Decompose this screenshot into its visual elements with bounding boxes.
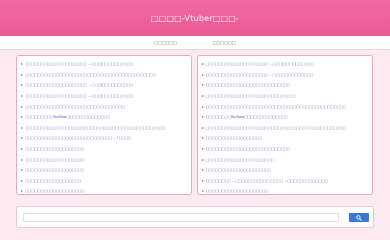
news-link[interactable]: □□□□□□□□□YouTube□□□□□□□□□□□□□□ bbox=[25, 115, 110, 119]
triangle-bullet-icon bbox=[21, 126, 23, 129]
list-item: □□□□□□□□□□□□□□□□□□□ bbox=[21, 186, 187, 197]
triangle-bullet-icon bbox=[21, 158, 23, 161]
news-link[interactable]: □□□□□□□□□□□□□□□□□□□□ …□□□/□□□□□□□□□□ bbox=[206, 62, 314, 66]
news-link[interactable]: □□□□□□□□□□□□□□□□□□□□□□□□□□□□ …! □□□□ bbox=[25, 136, 131, 140]
list-item: □□□□□□□□□□□□□□□□□□□ bbox=[21, 165, 187, 176]
news-link[interactable]: □□□□□□□□□□□□□□□□□□□ bbox=[25, 158, 84, 162]
news-link[interactable]: □□□□□□□□YouTube□□□□□□□□□□□□□□ bbox=[206, 115, 288, 119]
news-link[interactable]: □□□□□□□□□□□□□□□□□□□□□□□□□□□□□ bbox=[206, 94, 296, 98]
search-button[interactable] bbox=[349, 213, 369, 222]
news-link[interactable]: □□□□□□□□□□□□□□□□□□□ bbox=[25, 189, 84, 193]
list-item: □□□□□□□□□□□□□□□□□□□□□ bbox=[202, 165, 368, 176]
news-link[interactable]: □□□□□□□□□□□□□□□□□□□□□□□□□□□□□□□□ bbox=[25, 105, 125, 109]
list-item: □□□□□□□□□□□□□□□□□□□□□□□□□□□ bbox=[202, 144, 368, 155]
search-box bbox=[16, 206, 374, 228]
nav-item-1[interactable]: □□□□□□ bbox=[154, 40, 177, 45]
triangle-bullet-icon bbox=[21, 63, 23, 66]
list-item: □□□□□□□□□□□□□□□□□□□□ …□□□/□□□□□□□□□□ bbox=[21, 59, 187, 70]
news-link[interactable]: □□□□□□□□□□□□□□□□□□□□□□□□□□□□□□□□□□□□□□□□… bbox=[25, 126, 165, 130]
list-item: □□□□□□□□□□□□□□□□□□□□□□□□□□□□ …! □□□□ bbox=[21, 133, 187, 144]
list-item: □□□□□□□□□□□□□□□□□□□□ …□□□/□□□□□□□□□□ bbox=[21, 91, 187, 102]
triangle-bullet-icon bbox=[202, 116, 204, 119]
triangle-bullet-icon bbox=[21, 148, 23, 151]
list-item: □□□□□□□□□□□□□□□□□□□□ …□□□/□□□□□□□□□□ bbox=[21, 80, 187, 91]
news-link[interactable]: □□□□□□□□□□□□□□□□□□□□□□□□□□□□□□□□□□□□□□□□… bbox=[25, 73, 156, 77]
list-item: □□□□□□□□YouTube□□□□□□□□□□□□□□ bbox=[202, 112, 368, 123]
news-link[interactable]: □□□□□□□□□□□□□□□□□□□□ …□□□/□□□□□□□□□□ bbox=[25, 94, 133, 98]
triangle-bullet-icon bbox=[202, 148, 204, 151]
news-link[interactable]: □□□□□□□□□□□□□□□□□□□ bbox=[25, 147, 84, 151]
list-item: □□□□□□□□□YouTube□□□□□□□□□□□□□□ bbox=[21, 112, 187, 123]
news-list-right: □□□□□□□□□□□□□□□□□□□□ …□□□/□□□□□□□□□□ □□□… bbox=[202, 59, 368, 197]
list-item: □□□□□□□□□□□□□□□□□□ bbox=[21, 176, 187, 187]
site-title[interactable]: □□□□-Vtuber□□□- bbox=[151, 14, 239, 23]
triangle-bullet-icon bbox=[21, 73, 23, 76]
list-item: □□□□□□□□□□□□□□□□□□□□□□□□□□□□□□□□□□□□□□□□… bbox=[21, 70, 187, 81]
news-link[interactable]: □□□□□□□□□□□□□□□□□□□□□□ bbox=[206, 158, 275, 162]
list-item: □□□□□□□□□□□□□□□□□□□□ bbox=[202, 186, 368, 197]
triangle-bullet-icon bbox=[202, 63, 204, 66]
triangle-bullet-icon bbox=[21, 190, 23, 193]
triangle-bullet-icon bbox=[202, 190, 204, 193]
triangle-bullet-icon bbox=[21, 95, 23, 98]
news-link[interactable]: □□□□□□□□□□□□□□□□□□□□ …□□□/□□□□□□□□□□ bbox=[25, 83, 133, 87]
triangle-bullet-icon bbox=[202, 126, 204, 129]
list-item: □□□□□□□□□□□□□□□□□□□□ …□□□/□□□□□□□□□□ bbox=[202, 59, 368, 70]
triangle-bullet-icon bbox=[21, 116, 23, 119]
news-link[interactable]: □□□□□□□□□□□□□□□□□□□ bbox=[25, 168, 84, 172]
search-icon bbox=[356, 214, 362, 221]
news-link[interactable]: □□□□□□□□□□□□□□□□□□□□ bbox=[206, 189, 268, 193]
triangle-bullet-icon bbox=[202, 105, 204, 108]
list-item: □□□□□□□□□□□□□□□□□□□ bbox=[21, 144, 187, 155]
triangle-bullet-icon bbox=[202, 137, 204, 140]
list-item: □□□□□□□□□□□□□□□□□□□□□□□□□□□ bbox=[202, 80, 368, 91]
triangle-bullet-icon bbox=[21, 137, 23, 140]
triangle-bullet-icon bbox=[202, 179, 204, 182]
triangle-bullet-icon bbox=[202, 73, 204, 76]
news-link[interactable]: □□□□□□□□□□□□□□□□□□ bbox=[25, 179, 81, 183]
triangle-bullet-icon bbox=[202, 169, 204, 172]
nav-item-2[interactable]: □□□□□□ bbox=[213, 40, 236, 45]
list-item: □□□□□□□□□□□□□□□□□□□□□□ bbox=[202, 154, 368, 165]
list-item: □□□□□□□□□□□□□□□□□□ bbox=[202, 133, 368, 144]
list-item: □□□□□□□□□□□□□□□□□□□□□□□□□□□□□□□□□□□□□□□□… bbox=[202, 123, 368, 134]
list-item: □□□□□□□□□□□□□□□□□□□□ …□□□□□□□□□□□□□ bbox=[202, 70, 368, 81]
news-link[interactable]: □□□□□□□□□□□□□□□□□□□□ …□□□□□□□□□□□□□ bbox=[206, 73, 313, 77]
news-link[interactable]: □□□□□□□□□□□□□□□□□□□□□□□□□□□□□□□□□□□□□□□□… bbox=[206, 105, 346, 109]
triangle-bullet-icon bbox=[202, 84, 204, 87]
news-link[interactable]: □□□□□□□□□□□□□□□□□□□□□ bbox=[206, 168, 271, 172]
news-link[interactable]: □□□□□□□□□□□□□□□□□□□□□□□□□□□□□□□□□□□□□□□□… bbox=[206, 126, 346, 130]
news-link[interactable]: □□□□□□□□□□□□□□□□□□ bbox=[206, 136, 262, 140]
news-panel-left: □□□□□□□□□□□□□□□□□□□□ …□□□/□□□□□□□□□□ □□□… bbox=[16, 55, 192, 195]
news-link[interactable]: □□□□□□□□□□□□□□□□□□□□□□□□□□□ bbox=[206, 147, 290, 151]
triangle-bullet-icon bbox=[202, 95, 204, 98]
triangle-bullet-icon bbox=[21, 84, 23, 87]
site-header: □□□□-Vtuber□□□- bbox=[0, 0, 390, 36]
news-link[interactable]: □□□□□□□□□□□□□□□□□□□□□□□□□□□ bbox=[206, 83, 290, 87]
main-nav: □□□□□□ □□□□□□ bbox=[0, 36, 390, 50]
list-item: □□□□□□□□□□□□□□□□□□□□□□□□□□□□□□□□□□□□□□□□… bbox=[21, 123, 187, 134]
list-item: □□□□□□□□□□□□□□□□□□□□□□□□□□□□□□□□ bbox=[21, 101, 187, 112]
triangle-bullet-icon bbox=[21, 105, 23, 108]
search-input[interactable] bbox=[23, 213, 339, 222]
list-item: □□□□□□□□ …□□□□□□□□□□□ □□□□ …□□□□□□□□□□□□… bbox=[202, 176, 368, 187]
list-item: □□□□□□□□□□□□□□□□□□□□□□□□□□□□□□□□□□□□□□□□… bbox=[202, 101, 368, 112]
news-link[interactable]: □□□□□□□□□□□□□□□□□□□□ …□□□/□□□□□□□□□□ bbox=[25, 62, 133, 66]
news-link[interactable]: □□□□□□□□ …□□□□□□□□□□□ □□□□ …□□□□□□□□□□□□… bbox=[206, 179, 328, 183]
news-panel-right: □□□□□□□□□□□□□□□□□□□□ …□□□/□□□□□□□□□□ □□□… bbox=[197, 55, 373, 195]
triangle-bullet-icon bbox=[21, 169, 23, 172]
triangle-bullet-icon bbox=[21, 179, 23, 182]
triangle-bullet-icon bbox=[202, 158, 204, 161]
list-item: □□□□□□□□□□□□□□□□□□□ bbox=[21, 154, 187, 165]
news-list-left: □□□□□□□□□□□□□□□□□□□□ …□□□/□□□□□□□□□□ □□□… bbox=[21, 59, 187, 197]
list-item: □□□□□□□□□□□□□□□□□□□□□□□□□□□□□ bbox=[202, 91, 368, 102]
